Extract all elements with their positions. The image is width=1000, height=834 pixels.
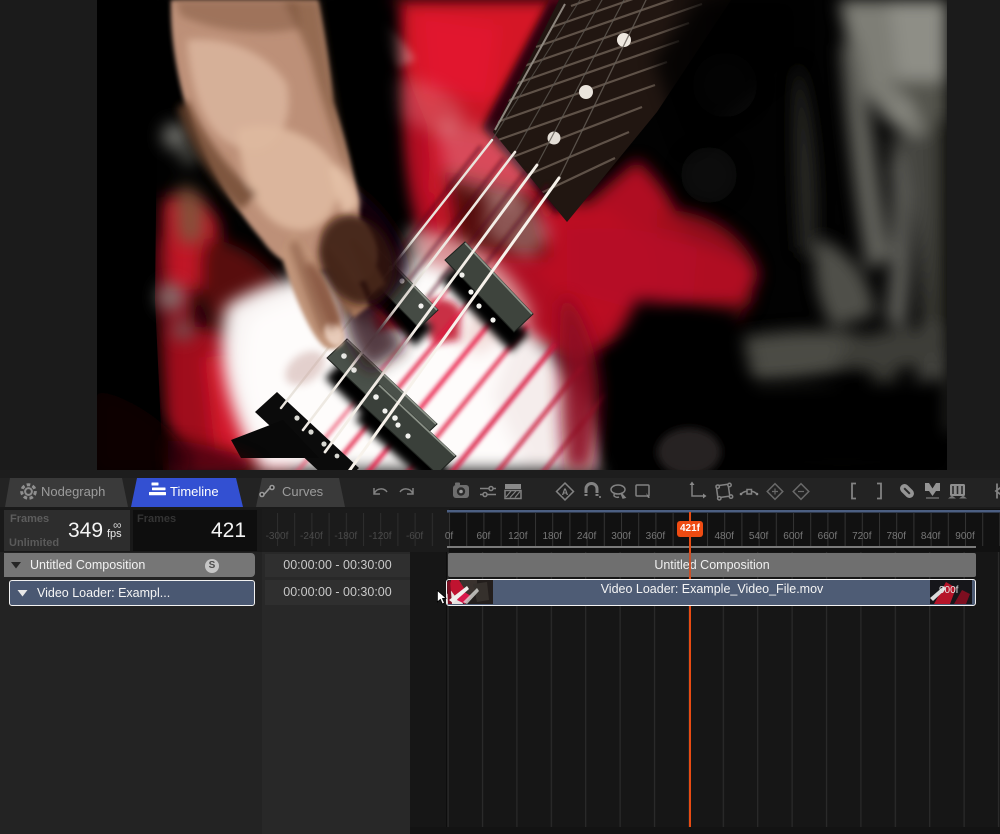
svg-text:720f: 720f bbox=[852, 531, 872, 542]
svg-text:240f: 240f bbox=[577, 531, 597, 542]
svg-text:480f: 480f bbox=[714, 531, 734, 542]
svg-text:-240f: -240f bbox=[300, 531, 323, 542]
svg-text:540f: 540f bbox=[749, 531, 769, 542]
svg-text:780f: 780f bbox=[886, 531, 906, 542]
svg-text:600f: 600f bbox=[783, 531, 803, 542]
svg-text:-60f: -60f bbox=[406, 531, 423, 542]
svg-text:Nodegraph: Nodegraph bbox=[41, 484, 105, 499]
svg-text:60f: 60f bbox=[476, 531, 490, 542]
svg-text:900f: 900f bbox=[955, 531, 975, 542]
svg-text:-300f: -300f bbox=[266, 531, 289, 542]
svg-text:840f: 840f bbox=[921, 531, 941, 542]
svg-text:-120f: -120f bbox=[369, 531, 392, 542]
svg-text:360f: 360f bbox=[646, 531, 666, 542]
svg-text:660f: 660f bbox=[818, 531, 838, 542]
svg-text:0f: 0f bbox=[445, 531, 454, 542]
svg-text:300f: 300f bbox=[611, 531, 631, 542]
svg-text:120f: 120f bbox=[508, 531, 528, 542]
svg-text:Curves: Curves bbox=[282, 484, 324, 499]
svg-text:180f: 180f bbox=[542, 531, 562, 542]
svg-text:Timeline: Timeline bbox=[170, 484, 219, 499]
svg-text:-180f: -180f bbox=[334, 531, 357, 542]
svg-text:A: A bbox=[562, 487, 569, 497]
